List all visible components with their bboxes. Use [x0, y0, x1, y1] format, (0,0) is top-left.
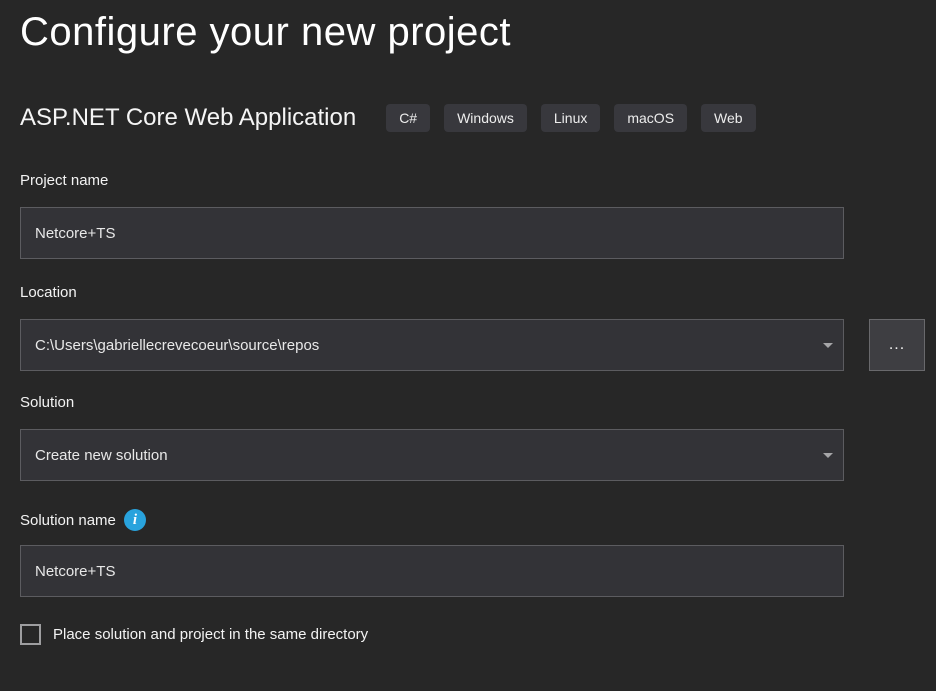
configure-project-dialog: Configure your new project ASP.NET Core …: [0, 8, 936, 691]
solution-label: Solution: [20, 394, 925, 411]
solution-name-label-row: Solution name i: [20, 509, 925, 531]
location-value: C:\Users\gabriellecrevecoeur\source\repo…: [35, 337, 319, 354]
chevron-down-icon[interactable]: [823, 453, 833, 458]
same-directory-checkbox[interactable]: [20, 624, 41, 645]
tag-linux: Linux: [541, 104, 600, 132]
info-icon[interactable]: i: [124, 509, 146, 531]
location-row: C:\Users\gabriellecrevecoeur\source\repo…: [20, 319, 925, 371]
tag-macos: macOS: [614, 104, 687, 132]
solution-name-input[interactable]: [20, 545, 844, 597]
tag-windows: Windows: [444, 104, 527, 132]
tag-csharp: C#: [386, 104, 430, 132]
location-label: Location: [20, 284, 925, 301]
solution-name-label: Solution name: [20, 512, 116, 529]
browse-button[interactable]: ...: [869, 319, 925, 371]
page-title: Configure your new project: [20, 8, 925, 56]
solution-value: Create new solution: [35, 447, 168, 464]
same-directory-label[interactable]: Place solution and project in the same d…: [53, 626, 368, 643]
template-tags: C# Windows Linux macOS Web: [386, 104, 755, 132]
solution-row: Create new solution: [20, 429, 925, 481]
same-directory-row: Place solution and project in the same d…: [20, 624, 925, 645]
template-name: ASP.NET Core Web Application: [20, 104, 356, 132]
template-row: ASP.NET Core Web Application C# Windows …: [20, 102, 925, 134]
project-name-input[interactable]: [20, 207, 844, 259]
chevron-down-icon[interactable]: [823, 343, 833, 348]
location-combobox[interactable]: C:\Users\gabriellecrevecoeur\source\repo…: [20, 319, 844, 371]
solution-combobox[interactable]: Create new solution: [20, 429, 844, 481]
tag-web: Web: [701, 104, 756, 132]
project-name-label: Project name: [20, 172, 925, 189]
